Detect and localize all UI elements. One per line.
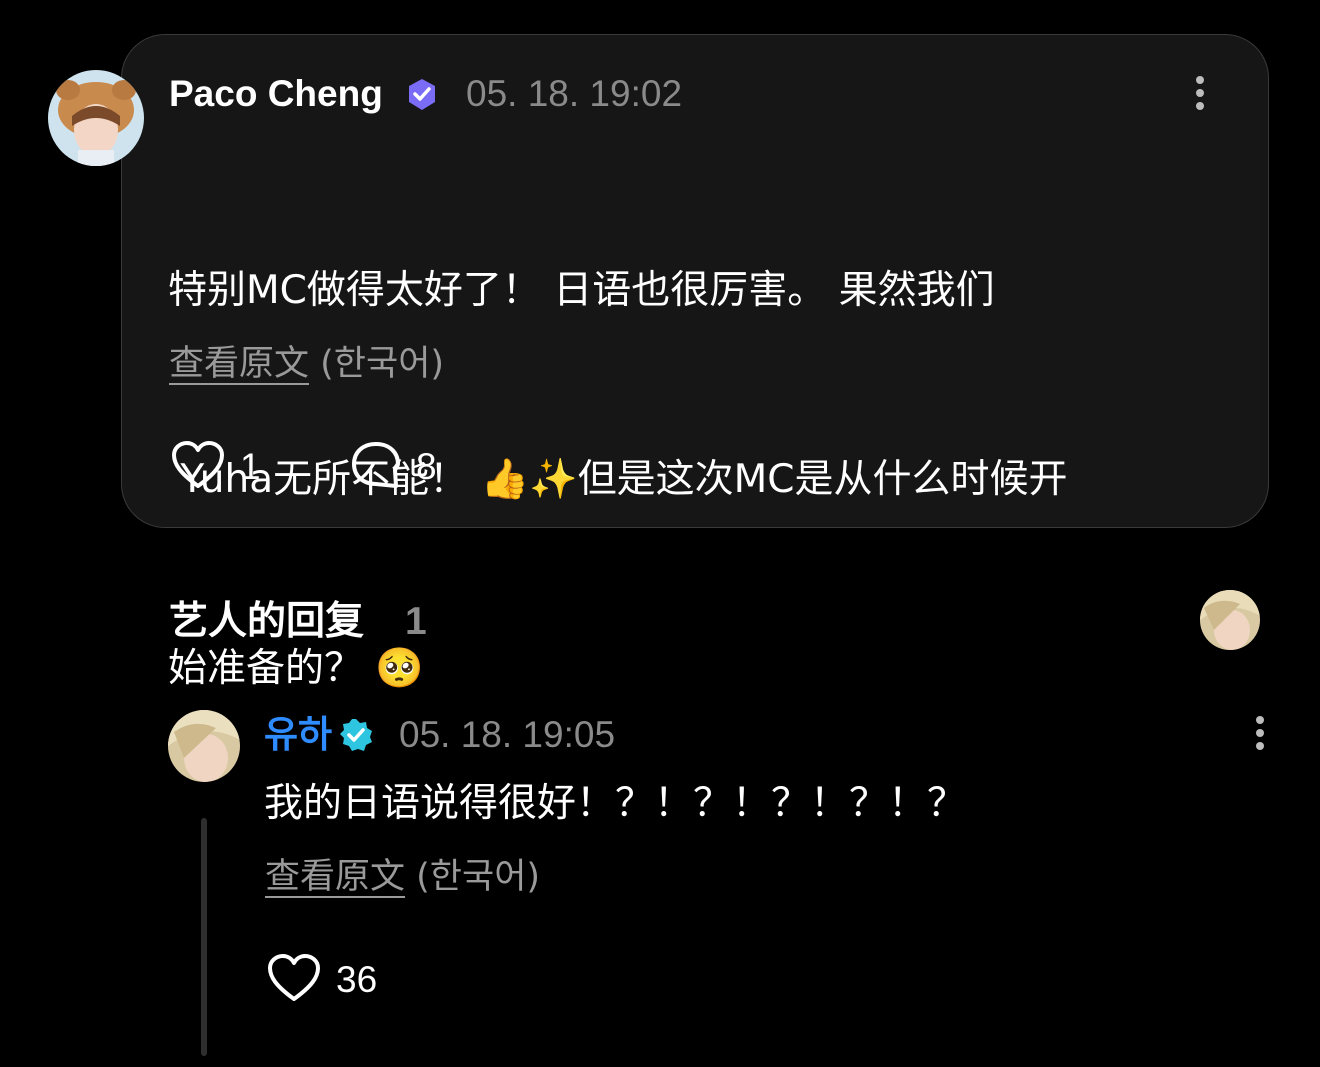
comment-text-line: 特别MC做得太好了！ 日语也很厉害。 果然我们 xyxy=(168,268,995,313)
view-original-link[interactable]: 查看原文 xyxy=(169,344,309,384)
reply-avatar[interactable] xyxy=(168,710,240,782)
comment-timestamp: 05. 18. 19:02 xyxy=(466,73,683,114)
reply-author[interactable]: 유하 xyxy=(264,715,332,755)
comment-author[interactable]: Paco Cheng xyxy=(169,74,383,114)
reply-like-button[interactable]: 36 xyxy=(266,953,377,1007)
comment-text-line: Yuha无所不能！ 👍✨但是这次MC是从什么时候开 xyxy=(168,457,1068,502)
heart-icon xyxy=(266,953,322,1007)
artist-replies-count: 1 xyxy=(405,600,427,643)
reply-text: 我的日语说得很好！？！？！？！？！？ xyxy=(264,781,967,826)
comment-text: 特别MC做得太好了！ 日语也很厉害。 果然我们 Yuha无所不能！ 👍✨但是这次… xyxy=(168,133,1248,763)
comment-text-line: 始准备的？ 🥺 xyxy=(168,646,424,691)
reply-timestamp: 05. 18. 19:05 xyxy=(399,714,616,755)
original-language: (한국어) xyxy=(320,344,445,384)
comment-translate: 查看原文 (한국어) xyxy=(169,344,444,384)
artist-replies-title: 艺人的回复 xyxy=(169,599,365,644)
view-original-link[interactable]: 查看原文 xyxy=(265,857,405,897)
verified-badge-icon xyxy=(339,718,373,752)
comment-more-icon[interactable] xyxy=(1194,76,1206,116)
reply-more-icon[interactable] xyxy=(1254,716,1266,756)
verified-badge-icon xyxy=(404,77,440,113)
paco-avatar[interactable] xyxy=(48,70,144,166)
speech-bubble-icon xyxy=(350,440,402,494)
heart-icon xyxy=(170,440,226,494)
comment-like-button[interactable]: 1 xyxy=(170,440,261,494)
artist-avatar-small[interactable] xyxy=(1200,590,1260,650)
comment-reply-button[interactable]: 8 xyxy=(350,440,437,494)
reply-translate: 查看原文 (한국어) xyxy=(265,857,540,897)
reply-like-count: 36 xyxy=(336,959,378,1000)
thread-line xyxy=(201,818,207,1056)
original-language: (한국어) xyxy=(416,857,541,897)
comment-like-count: 1 xyxy=(240,446,261,487)
comment-reply-count: 8 xyxy=(416,446,437,487)
